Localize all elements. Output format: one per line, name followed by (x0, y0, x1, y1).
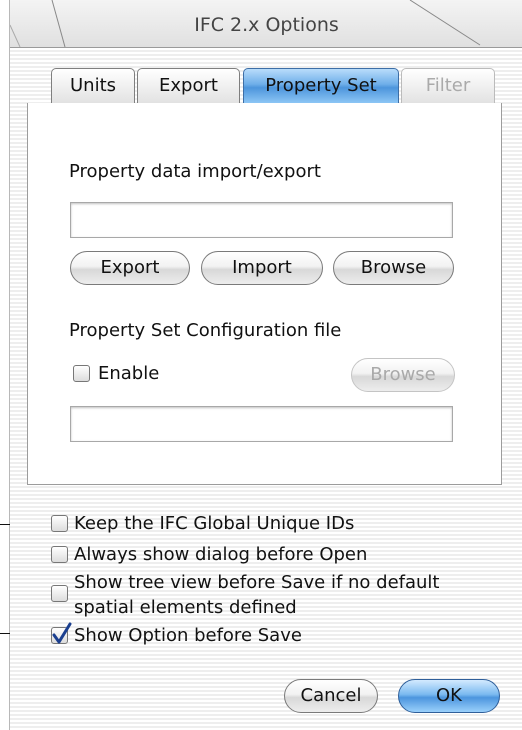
property-data-path-field[interactable] (70, 202, 453, 238)
show-option-save-label: Show Option before Save (74, 625, 302, 646)
keep-guid-label: Keep the IFC Global Unique IDs (74, 513, 355, 534)
show-tree-view-label-line1: Show tree view before Save if no default (74, 572, 440, 593)
show-dialog-open-checkbox[interactable] (51, 546, 68, 563)
tab-property-set[interactable]: Property Set (243, 68, 399, 103)
config-file-heading: Property Set Configuration file (69, 320, 342, 341)
show-tree-view-label-line2: spatial elements defined (74, 597, 297, 618)
title-bar[interactable]: IFC 2.x Options (10, 0, 522, 48)
cancel-button[interactable]: Cancel (284, 679, 378, 713)
keep-guid-checkbox[interactable] (51, 515, 68, 532)
import-button[interactable]: Import (201, 251, 323, 285)
config-browse-button: Browse (351, 358, 455, 392)
show-option-save-checkbox[interactable] (51, 622, 72, 644)
export-button[interactable]: Export (70, 251, 190, 285)
edge-tick (0, 633, 10, 634)
enable-label: Enable (98, 363, 160, 384)
tab-export[interactable]: Export (137, 68, 240, 103)
tab-units[interactable]: Units (51, 68, 135, 103)
property-data-heading: Property data import/export (69, 161, 321, 182)
ok-button[interactable]: OK (398, 679, 500, 713)
enable-checkbox[interactable] (73, 365, 90, 382)
show-tree-view-checkbox[interactable] (51, 585, 68, 602)
edge-tick (0, 524, 10, 525)
show-dialog-open-label: Always show dialog before Open (74, 544, 368, 565)
window-title: IFC 2.x Options (194, 14, 339, 36)
config-path-field (70, 406, 453, 442)
tab-filter: Filter (401, 68, 495, 103)
checkmark-icon (52, 622, 72, 644)
browse-button[interactable]: Browse (333, 251, 454, 285)
